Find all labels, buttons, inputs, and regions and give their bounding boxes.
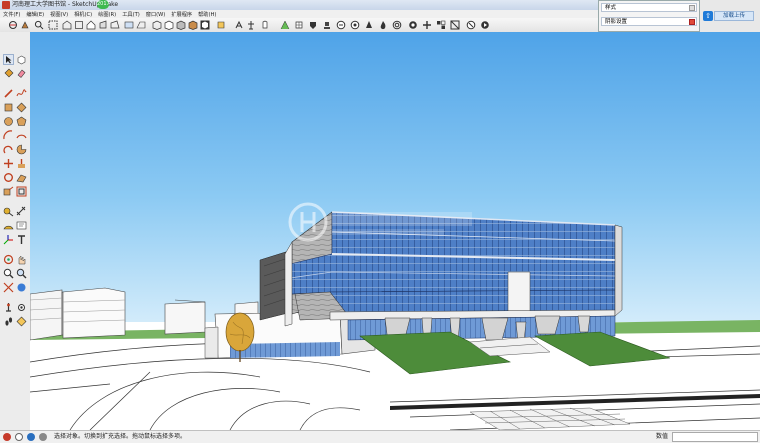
measurements-input[interactable] (672, 432, 758, 442)
axes-icon[interactable] (3, 234, 14, 245)
zoom-window-icon[interactable] (48, 20, 58, 30)
pan-tool-icon[interactable] (16, 254, 27, 265)
measurements-label: 数值 (656, 433, 669, 440)
hidden-line-icon[interactable] (164, 20, 174, 30)
view-iso-icon[interactable] (62, 20, 72, 30)
geo-location-icon[interactable] (3, 433, 11, 441)
shadow-row[interactable]: 阴影设置 (601, 17, 697, 26)
user-icon[interactable] (27, 433, 35, 441)
wireframe-icon[interactable] (152, 20, 162, 30)
tool-palette (0, 32, 31, 430)
status-bar: 选择对象。切换到扩充选择。拖动鼠标选择多项。 数值 (0, 430, 760, 443)
zoom-extents-icon[interactable] (3, 282, 14, 293)
styles-row[interactable]: 样式 (601, 3, 697, 12)
pan-icon[interactable] (20, 20, 30, 30)
three-point-arc-icon[interactable] (3, 144, 14, 155)
previous-view-icon[interactable] (16, 282, 27, 293)
arc-icon[interactable] (3, 130, 14, 141)
fire-icon[interactable] (378, 20, 388, 30)
sandbox-scratch-icon[interactable] (294, 20, 304, 30)
freehand-icon[interactable] (16, 88, 27, 99)
status-hint: 选择对象。切换到扩充选择。拖动鼠标选择多项。 (54, 433, 187, 440)
protractor-icon[interactable] (3, 220, 14, 231)
paint-bucket-icon[interactable] (3, 68, 14, 79)
sandbox-contours-icon[interactable] (280, 20, 290, 30)
select-arrow-icon[interactable] (3, 54, 14, 65)
close-icon[interactable] (689, 19, 695, 25)
scale-icon[interactable] (3, 186, 14, 197)
section-plane-tool-icon[interactable] (16, 316, 27, 327)
extension-warehouse-icon[interactable] (450, 20, 460, 30)
orbit-tool-icon[interactable] (3, 254, 14, 265)
circle-icon[interactable] (3, 116, 14, 127)
add-detail-icon[interactable] (350, 20, 360, 30)
target-icon[interactable] (392, 20, 402, 30)
tray-panel: 样式 阴影设置 (598, 0, 700, 32)
walk-tool-icon[interactable] (3, 316, 14, 327)
pie-icon[interactable] (16, 144, 27, 155)
shaded-icon[interactable] (176, 20, 186, 30)
polygon-icon[interactable] (16, 116, 27, 127)
scene-drawing (30, 32, 760, 430)
view-back-icon[interactable] (110, 20, 120, 30)
share-model-icon[interactable] (422, 20, 432, 30)
stamp-icon[interactable] (322, 20, 332, 30)
walk-icon[interactable] (234, 20, 244, 30)
upload-label: 加载上传 (714, 11, 754, 21)
view-front-icon[interactable] (86, 20, 96, 30)
zoom-window-tool-icon[interactable] (16, 268, 27, 279)
warehouse-icon[interactable] (408, 20, 418, 30)
flip-edge-icon[interactable] (364, 20, 374, 30)
styles-label: 样式 (605, 5, 617, 11)
shaded-textures-icon[interactable] (188, 20, 198, 30)
orbit-icon[interactable] (8, 20, 18, 30)
smoove-icon[interactable] (308, 20, 318, 30)
two-point-arc-icon[interactable] (16, 130, 27, 141)
follow-me-icon[interactable] (16, 172, 27, 183)
menu-bar: 文件(F) 编辑(E) 视图(V) 相机(C) 绘图(R) 工具(T) 窗口(W) 扩展程序帮… (0, 10, 600, 18)
share-component-icon[interactable] (436, 20, 446, 30)
position-camera-tool-icon[interactable] (3, 302, 14, 313)
text-icon[interactable] (16, 220, 27, 231)
look-around-icon[interactable] (260, 20, 270, 30)
drape-icon[interactable] (336, 20, 346, 30)
cloud-upload-icon: ⇧ (703, 11, 713, 21)
dimension-icon[interactable] (16, 206, 27, 217)
move-icon[interactable] (3, 158, 14, 169)
position-camera-icon[interactable] (246, 20, 256, 30)
back-edges-icon[interactable] (136, 20, 146, 30)
tape-measure-icon[interactable] (3, 206, 14, 217)
push-pull-icon[interactable] (16, 158, 27, 169)
upload-button[interactable]: ⇧ 加载上传 (701, 10, 755, 22)
rotate-icon[interactable] (3, 172, 14, 183)
view-top-icon[interactable] (74, 20, 84, 30)
zoom-tool-icon[interactable] (3, 268, 14, 279)
look-around-tool-icon[interactable] (16, 302, 27, 313)
version-badge: 2017 (97, 0, 110, 9)
preview-icon[interactable] (480, 20, 490, 30)
3d-text-icon[interactable] (16, 234, 27, 245)
help-icon[interactable] (39, 433, 47, 441)
line-pencil-icon[interactable] (3, 88, 14, 99)
xray-icon[interactable] (124, 20, 134, 30)
credits-icon[interactable] (15, 433, 23, 441)
offset-icon[interactable] (16, 186, 27, 197)
zoom-icon[interactable] (34, 20, 44, 30)
section-plane-icon[interactable] (216, 20, 226, 30)
eraser-icon[interactable] (16, 68, 27, 79)
layer-icon[interactable] (466, 20, 476, 30)
sketchup-logo-icon (2, 1, 10, 9)
model-viewport[interactable] (30, 32, 760, 430)
main-toolbar (0, 18, 598, 33)
shadow-label: 阴影设置 (605, 19, 628, 25)
expand-icon[interactable] (689, 5, 695, 11)
monochrome-icon[interactable] (200, 20, 210, 30)
rotated-rectangle-icon[interactable] (16, 102, 27, 113)
make-component-icon[interactable] (16, 54, 27, 65)
rectangle-icon[interactable] (3, 102, 14, 113)
view-right-icon[interactable] (98, 20, 108, 30)
